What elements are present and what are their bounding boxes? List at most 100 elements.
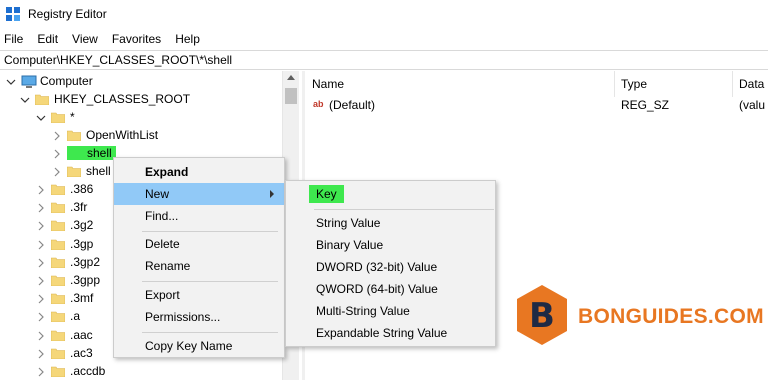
chevron-down-icon[interactable]: [6, 76, 16, 86]
menu-help[interactable]: Help: [168, 29, 207, 49]
folder-icon: [50, 310, 66, 323]
menu-bar: File Edit View Favorites Help: [0, 29, 207, 49]
tree-item-key[interactable]: .3gp: [36, 235, 93, 253]
menu-separator: [142, 332, 278, 333]
menu-permissions[interactable]: Permissions...: [114, 306, 284, 328]
submenu-dword-value[interactable]: DWORD (32-bit) Value: [286, 256, 495, 278]
menu-edit[interactable]: Edit: [30, 29, 65, 49]
tree-item-computer[interactable]: Computer: [6, 72, 93, 90]
submenu-multi-string-value[interactable]: Multi-String Value: [286, 300, 495, 322]
tree-label: .aac: [70, 327, 93, 342]
tree-label: .accdb: [70, 364, 106, 378]
tree-label: .3gpp: [70, 273, 101, 287]
string-value-icon: ab: [313, 99, 324, 109]
submenu-expandable-string-value[interactable]: Expandable String Value: [286, 322, 495, 344]
folder-icon: [50, 201, 66, 214]
tree-label: .3gp2: [70, 254, 101, 269]
column-name[interactable]: Name: [312, 77, 344, 91]
folder-icon: [66, 165, 82, 178]
tree-label: shell: [86, 164, 111, 178]
tree-item-key[interactable]: .a: [36, 307, 80, 325]
folder-icon: [50, 111, 66, 124]
tree-item-key[interactable]: .386: [36, 180, 93, 198]
scroll-thumb[interactable]: [285, 88, 297, 104]
tree-label: .3g2: [70, 218, 94, 233]
column-data[interactable]: Data: [739, 77, 764, 91]
chevron-right-icon[interactable]: [36, 330, 46, 341]
tree-item-key[interactable]: .3g2: [36, 216, 93, 234]
menu-file[interactable]: File: [0, 29, 30, 49]
computer-icon: [21, 75, 37, 88]
tree-item-key[interactable]: .ac3: [36, 344, 93, 362]
menu-rename[interactable]: Rename: [114, 255, 284, 277]
column-divider[interactable]: [614, 71, 615, 97]
bonguides-logo: B: [516, 284, 568, 349]
tree-item-openwithlist[interactable]: OpenWithList: [52, 126, 158, 144]
address-bar[interactable]: Computer\HKEY_CLASSES_ROOT\*\shell: [0, 50, 768, 70]
chevron-right-icon[interactable]: [52, 148, 62, 159]
tree-item-star[interactable]: *: [36, 108, 75, 126]
menu-view[interactable]: View: [65, 29, 105, 49]
tree-item-key[interactable]: .3gpp: [36, 271, 100, 289]
tree-label: .3gp: [70, 236, 94, 251]
submenu-binary-value[interactable]: Binary Value: [286, 234, 495, 256]
menu-new[interactable]: New: [114, 183, 284, 205]
folder-icon: [34, 93, 50, 106]
folder-icon: [50, 274, 66, 287]
chevron-right-icon[interactable]: [36, 239, 46, 250]
menu-find[interactable]: Find...: [114, 205, 284, 227]
list-row[interactable]: ab (Default) REG_SZ (valu: [305, 96, 768, 114]
watermark: B BONGUIDES.COM: [516, 284, 764, 349]
scroll-up-icon[interactable]: [287, 75, 295, 80]
title-bar: Registry Editor: [0, 0, 768, 28]
folder-icon: [50, 292, 66, 305]
column-type[interactable]: Type: [621, 77, 647, 91]
submenu-arrow-icon: [270, 190, 274, 198]
tree-item-key[interactable]: .3gp2: [36, 253, 100, 271]
tree-item-key[interactable]: .aac: [36, 326, 93, 344]
chevron-right-icon[interactable]: [36, 275, 46, 286]
tree-label: *: [70, 110, 75, 124]
chevron-right-icon[interactable]: [36, 311, 46, 322]
menu-expand[interactable]: Expand: [114, 161, 284, 183]
tree-item-key[interactable]: .3fr: [36, 198, 87, 216]
chevron-right-icon[interactable]: [36, 202, 46, 213]
tree-item-hkcr[interactable]: HKEY_CLASSES_ROOT: [20, 90, 190, 108]
tree-label: Computer: [40, 74, 93, 88]
chevron-down-icon[interactable]: [20, 94, 30, 104]
tree-label-selected: shell: [67, 146, 116, 160]
chevron-right-icon[interactable]: [36, 257, 46, 268]
folder-icon: [50, 347, 66, 360]
tree-item-shell[interactable]: shell: [52, 144, 116, 162]
chevron-right-icon[interactable]: [36, 348, 46, 359]
chevron-down-icon[interactable]: [36, 112, 46, 122]
value-type: REG_SZ: [621, 98, 670, 112]
tree-label: HKEY_CLASSES_ROOT: [54, 92, 191, 106]
menu-favorites[interactable]: Favorites: [105, 29, 168, 49]
submenu-key[interactable]: Key: [286, 183, 495, 205]
tree-item-shell-2[interactable]: shell: [52, 162, 111, 180]
tree-item-key[interactable]: .3mf: [36, 289, 93, 307]
new-submenu: Key String Value Binary Value DWORD (32-…: [285, 180, 496, 347]
chevron-right-icon[interactable]: [36, 366, 46, 377]
submenu-string-value[interactable]: String Value: [286, 212, 495, 234]
chevron-right-icon[interactable]: [36, 220, 46, 231]
menu-separator: [142, 281, 278, 282]
menu-separator: [142, 231, 278, 232]
menu-new-label: New: [145, 187, 170, 201]
chevron-right-icon[interactable]: [52, 166, 62, 177]
folder-icon: [50, 183, 66, 196]
column-divider[interactable]: [732, 71, 733, 97]
list-header: Name Type Data: [305, 71, 768, 97]
submenu-key-label: Key: [309, 185, 344, 203]
chevron-right-icon[interactable]: [36, 184, 46, 195]
chevron-right-icon[interactable]: [36, 293, 46, 304]
submenu-qword-value[interactable]: QWORD (64-bit) Value: [286, 278, 495, 300]
menu-copy-key-name[interactable]: Copy Key Name: [114, 335, 284, 357]
menu-export[interactable]: Export: [114, 284, 284, 306]
tree-label: .3mf: [70, 291, 94, 306]
context-menu: Expand New Find... Delete Rename Export …: [113, 157, 285, 358]
chevron-right-icon[interactable]: [52, 130, 62, 141]
menu-delete[interactable]: Delete: [114, 233, 284, 255]
tree-item-key[interactable]: .accdb: [36, 362, 105, 380]
